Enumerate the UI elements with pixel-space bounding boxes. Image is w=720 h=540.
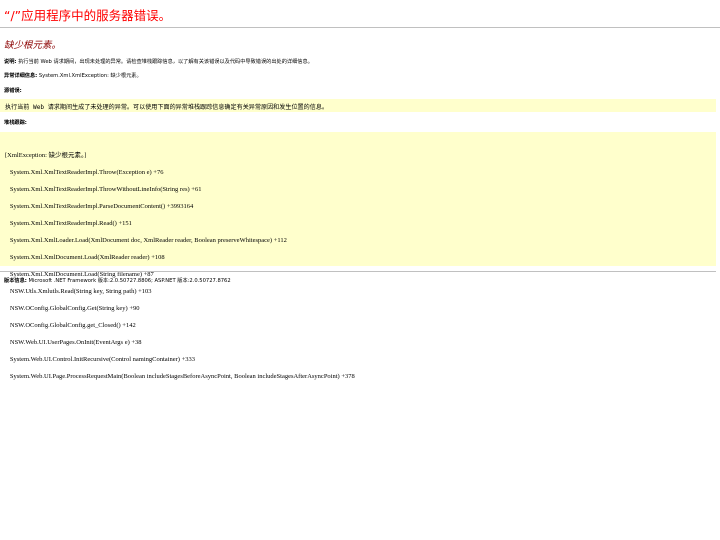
stack-line: System.Xml.XmlTextReaderImpl.Read() +151 [5,219,132,227]
stack-line: NSW.Web.UI.UserPages.OnInit(EventArgs e)… [5,338,142,346]
version-label: 版本信息: [4,278,27,284]
exception-text: System.Xml.XmlException: 缺少根元素。 [37,73,142,79]
stack-line: System.Xml.XmlLoader.Load(XmlDocument do… [5,236,287,244]
exception-label: 异常详细信息: [4,73,38,79]
title-divider [0,27,720,28]
description-label: 说明: [4,59,17,65]
version-line: 版本信息: Microsoft .NET Framework 版本:2.0.50… [4,277,231,284]
exception-line: 异常详细信息: System.Xml.XmlException: 缺少根元素。 [4,72,142,79]
stack-line: [XmlException: 缺少根元素。] [5,151,87,159]
stack-line: NSW.OConfig.GlobalConfig.get_Closed() +1… [5,321,136,329]
error-heading: 缺少根元素。 [4,40,62,51]
stack-line: System.Web.UI.Page.ProcessRequestMain(Bo… [5,372,355,380]
description-text: 执行当前 Web 请求期间，出现未处理的异常。请检查堆栈跟踪信息，以了解有关该错… [16,59,313,65]
page-title: “/”应用程序中的服务器错误。 [4,8,172,23]
stack-line: System.Xml.XmlTextReaderImpl.ThrowWithou… [5,185,202,193]
source-error-text: 执行当前 Web 请求期间生成了未处理的异常。可以使用下面的异常堆栈跟踪信息确定… [5,104,329,111]
source-error-box: 执行当前 Web 请求期间生成了未处理的异常。可以使用下面的异常堆栈跟踪信息确定… [0,99,716,112]
stack-line: NSW.OConfig.GlobalConfig.Get(String key)… [5,304,140,312]
stack-line: System.Xml.XmlTextReaderImpl.Throw(Excep… [5,168,164,176]
source-error-label: 源错误: [4,88,22,94]
stack-line: System.Xml.XmlTextReaderImpl.ParseDocume… [5,202,194,210]
footer-divider [0,271,716,272]
description-line: 说明: 执行当前 Web 请求期间，出现未处理的异常。请检查堆栈跟踪信息，以了解… [4,58,313,65]
version-text: Microsoft .NET Framework 版本:2.0.50727.88… [26,278,231,284]
stack-line: NSW.Utls.Xmlutls.Read(String key, String… [5,287,152,295]
stack-trace-box: [XmlException: 缺少根元素。] System.Xml.XmlTex… [0,132,716,380]
stack-trace-label: 堆栈跟踪: [4,120,27,126]
stack-line: System.Web.UI.Control.InitRecursive(Cont… [5,355,195,363]
stack-line: System.Xml.XmlDocument.Load(XmlReader re… [5,253,165,261]
